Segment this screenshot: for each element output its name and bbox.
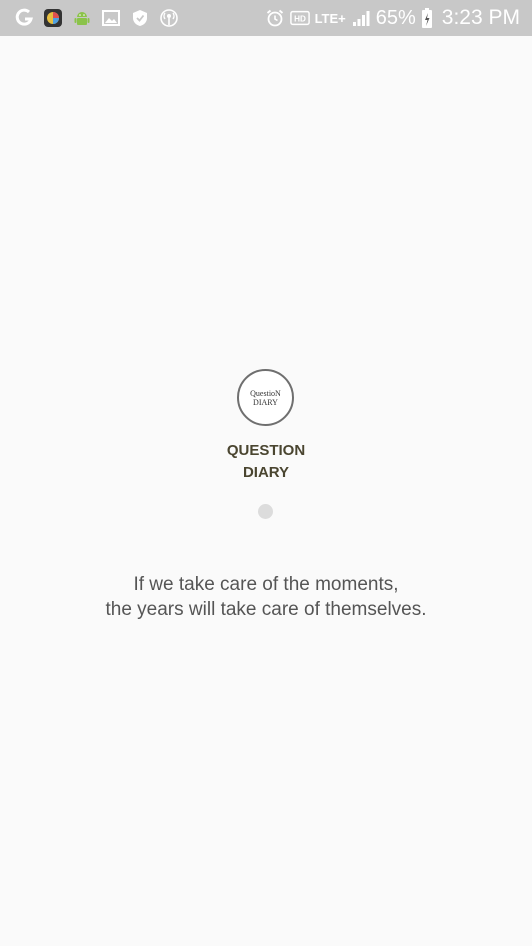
app-title-line2: DIARY: [242, 464, 290, 481]
android-icon: [72, 8, 92, 28]
clock: 3:23 PM: [441, 6, 520, 29]
status-bar: HD LTE+ 65% 3:23 PM: [0, 0, 532, 36]
broadcast-icon: [159, 8, 179, 28]
app-title-line1: QUESTION: [226, 442, 306, 459]
splash-quote: If we take care of the moments, the year…: [40, 572, 492, 622]
lte-icon: LTE+: [314, 10, 346, 26]
battery-percent: 65%: [375, 6, 416, 29]
quote-line2: the years will take care of themselves.: [105, 599, 427, 620]
system-status: HD LTE+ 65% 3:23 PM: [265, 5, 520, 31]
app-title: QUESTION DIARY: [166, 440, 366, 484]
quote-line1: If we take care of the moments,: [133, 574, 399, 595]
logo-text-line2: DIARY: [253, 397, 278, 407]
notification-icons: [14, 7, 179, 29]
hd-icon: HD: [289, 8, 310, 28]
loading-indicator: [258, 504, 273, 519]
splash-screen: QuestioN DIARY QUESTION DIARY If we take…: [0, 36, 532, 946]
signal-icon: [351, 8, 371, 28]
battery-icon: [421, 8, 433, 28]
app-color-icon: [43, 8, 63, 28]
g-icon: [14, 8, 34, 28]
shield-icon: [130, 8, 150, 28]
image-icon: [101, 8, 121, 28]
logo-text-line1: QuestioN: [250, 388, 281, 398]
alarm-icon: [265, 8, 285, 28]
app-logo: QuestioN DIARY: [237, 369, 294, 426]
hd-label: HD: [294, 15, 306, 24]
